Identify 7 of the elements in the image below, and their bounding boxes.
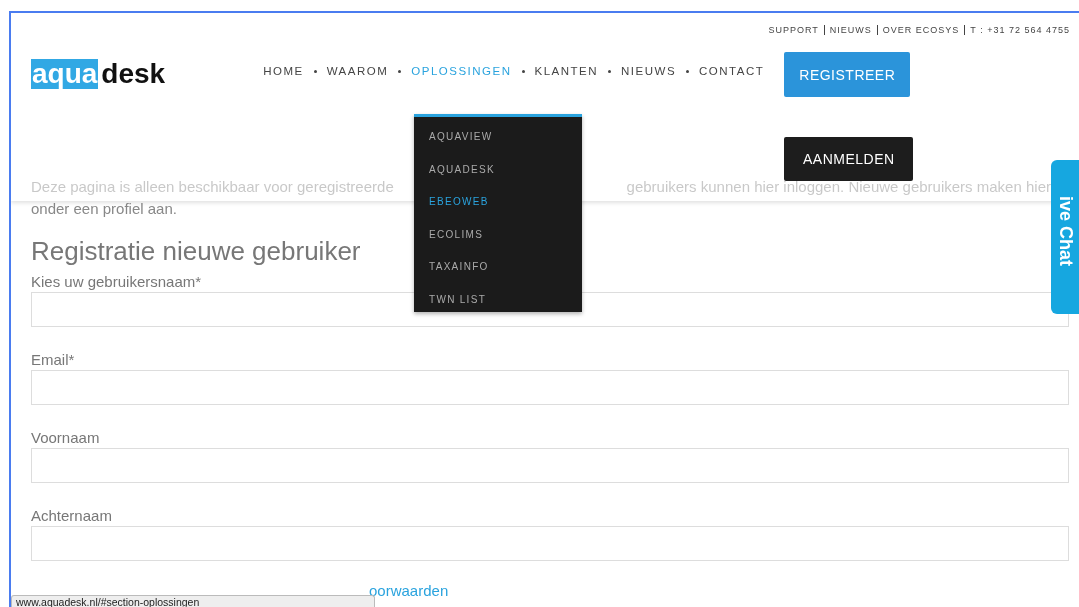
intro-text: onder een profiel aan. bbox=[31, 199, 177, 219]
phone-number: T : +31 72 564 4755 bbox=[969, 25, 1070, 35]
field-label: Kies uw gebruikersnaam* bbox=[31, 273, 202, 290]
form-title: Registratie nieuwe gebruiker bbox=[31, 236, 361, 267]
field-label: Voornaam bbox=[31, 429, 100, 446]
field-label: Email* bbox=[31, 351, 75, 368]
field-label: Achternaam bbox=[31, 507, 112, 524]
